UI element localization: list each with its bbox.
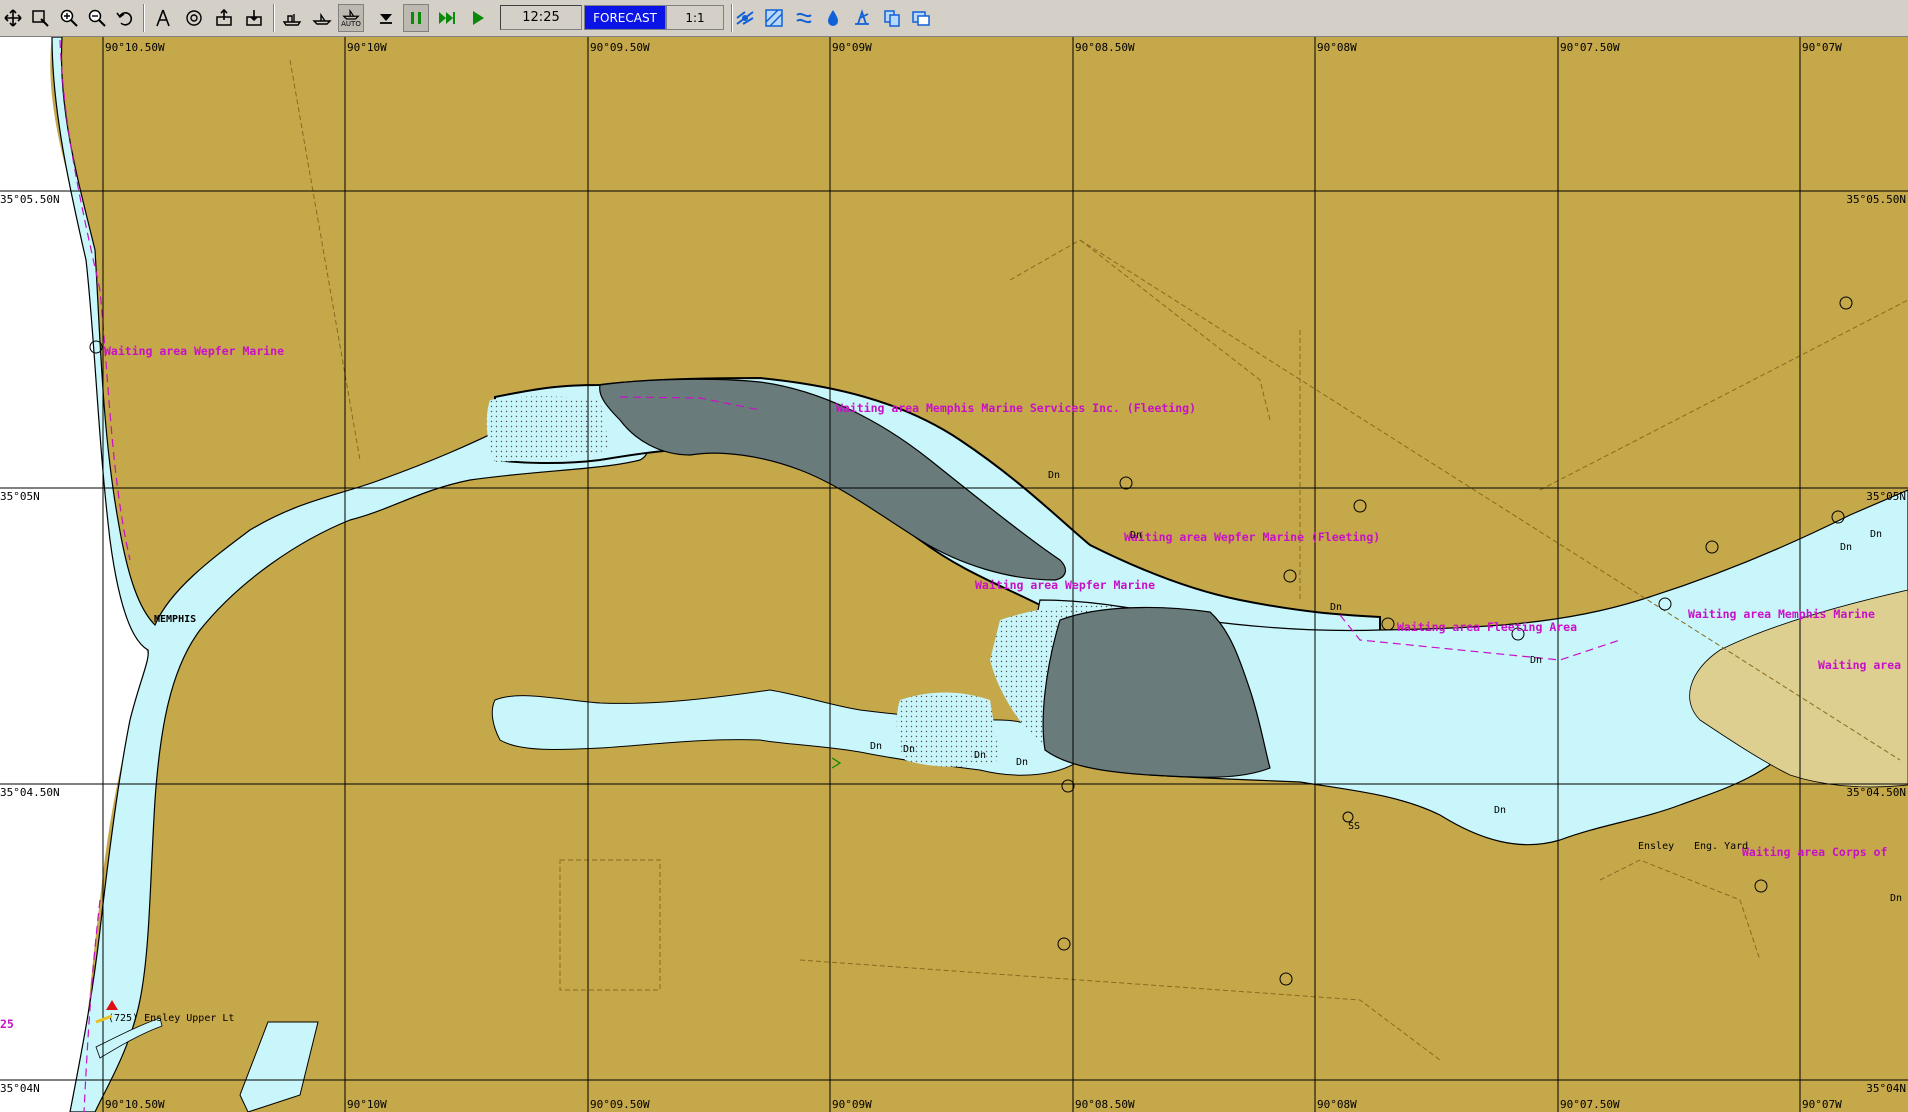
- current-icon[interactable]: [791, 4, 817, 32]
- lat-label: 35°05N: [1866, 490, 1906, 503]
- buoy-dn: Dn: [1890, 893, 1902, 904]
- lat-label: 35°05.50N: [0, 193, 60, 206]
- lon-label: 90°10.50W: [105, 41, 165, 54]
- waiting-label: Waiting area Wepfer Marine (Fleeting): [1124, 530, 1380, 544]
- lat-label: 35°05N: [0, 490, 40, 503]
- lon-label: 90°08.50W: [1075, 41, 1135, 54]
- waiting-label: Waiting area Memphis Marine: [1688, 607, 1875, 621]
- shoal-west: [486, 396, 610, 462]
- lon-label: 90°07W: [1802, 41, 1842, 54]
- lon-label: 90°07.50W: [1560, 1098, 1620, 1111]
- chart-map[interactable]: 90°10.50W 90°10W 90°09.50W 90°09W 90°08.…: [0, 37, 1908, 1112]
- grid-icon[interactable]: [761, 4, 787, 32]
- buoy-dn: Dn: [1330, 602, 1342, 613]
- lon-label: 90°09.50W: [590, 1098, 650, 1111]
- lat-label: 35°04N: [0, 1082, 40, 1095]
- import-icon[interactable]: [241, 4, 267, 32]
- buoy-dn: Dn: [974, 750, 986, 761]
- lon-label: 90°08W: [1317, 41, 1357, 54]
- ensley-label: Ensley: [1638, 841, 1674, 852]
- ss-label: SS: [1348, 821, 1360, 832]
- lon-label: 90°10W: [347, 1098, 387, 1111]
- lat-label: 35°04.50N: [1846, 786, 1906, 799]
- place-label: MEMPHIS: [154, 614, 196, 625]
- buoy-dn: Dn: [1048, 470, 1060, 481]
- ship-icon[interactable]: [309, 4, 335, 32]
- layers-icon[interactable]: [732, 4, 758, 32]
- time-display: 12:25: [500, 5, 582, 30]
- buoy-dn: Dn: [1530, 655, 1542, 666]
- waiting-label: Waiting area Memphis Marine Services Inc…: [836, 401, 1196, 415]
- lon-label: 90°07W: [1802, 1098, 1842, 1111]
- dropdown-icon[interactable]: [373, 4, 399, 32]
- buoy-dn: Dn: [1870, 529, 1882, 540]
- lon-label: 90°08W: [1317, 1098, 1357, 1111]
- zoom-out-icon[interactable]: [84, 4, 110, 32]
- window-icon[interactable]: [908, 4, 934, 32]
- waiting-label: Waiting area Corps of: [1742, 845, 1887, 859]
- edge-label: 25: [0, 1017, 14, 1031]
- auto-icon[interactable]: AUTO: [338, 4, 364, 32]
- buoy-dn: Dn: [1840, 542, 1852, 553]
- lon-label: 90°10.50W: [105, 1098, 165, 1111]
- pan-icon[interactable]: [0, 4, 26, 32]
- select-icon[interactable]: [27, 4, 53, 32]
- route-icon[interactable]: [279, 4, 305, 32]
- waiting-label: Waiting area Fleeting Area: [1397, 620, 1577, 634]
- copy-icon[interactable]: [879, 4, 905, 32]
- auto-label: AUTO: [341, 20, 361, 28]
- fast-forward-icon[interactable]: [434, 4, 460, 32]
- lon-label: 90°09.50W: [590, 41, 650, 54]
- lat-label: 35°04N: [1866, 1082, 1906, 1095]
- scale-display[interactable]: 1:1: [666, 5, 724, 30]
- undo-icon[interactable]: [112, 4, 138, 32]
- toolbar: AUTO 12:25 FORECAST 1:1: [0, 0, 1908, 37]
- forecast-button[interactable]: FORECAST: [584, 5, 666, 30]
- waiting-label: Waiting area Wepfer Marine: [104, 344, 284, 358]
- lat-label: 35°04.50N: [0, 786, 60, 799]
- pause-icon[interactable]: [403, 4, 429, 32]
- yard-label: Eng. Yard: [1694, 841, 1748, 852]
- depth-icon[interactable]: [820, 4, 846, 32]
- waiting-label: Waiting area Wepfer Marine: [975, 578, 1155, 592]
- land-area: [0, 37, 1908, 1112]
- lon-label: 90°09W: [832, 1098, 872, 1111]
- play-icon[interactable]: [465, 4, 491, 32]
- buoy-dn: Dn: [1130, 530, 1142, 541]
- compass-icon[interactable]: [150, 4, 176, 32]
- buoy-dn: Dn: [903, 744, 915, 755]
- target-icon[interactable]: [181, 4, 207, 32]
- zoom-in-icon[interactable]: [56, 4, 82, 32]
- export-icon[interactable]: [211, 4, 237, 32]
- lon-label: 90°09W: [832, 41, 872, 54]
- buoy-dn: Dn: [1016, 757, 1028, 768]
- lon-label: 90°10W: [347, 41, 387, 54]
- lon-label: 90°07.50W: [1560, 41, 1620, 54]
- lon-label: 90°08.50W: [1075, 1098, 1135, 1111]
- buoy-dn: Dn: [1494, 805, 1506, 816]
- lat-label: 35°05.50N: [1846, 193, 1906, 206]
- waiting-label: Waiting area: [1818, 658, 1901, 672]
- light-label: (725) Ensley Upper Lt: [108, 1013, 234, 1024]
- weather-icon[interactable]: [849, 4, 875, 32]
- buoy-dn: Dn: [870, 741, 882, 752]
